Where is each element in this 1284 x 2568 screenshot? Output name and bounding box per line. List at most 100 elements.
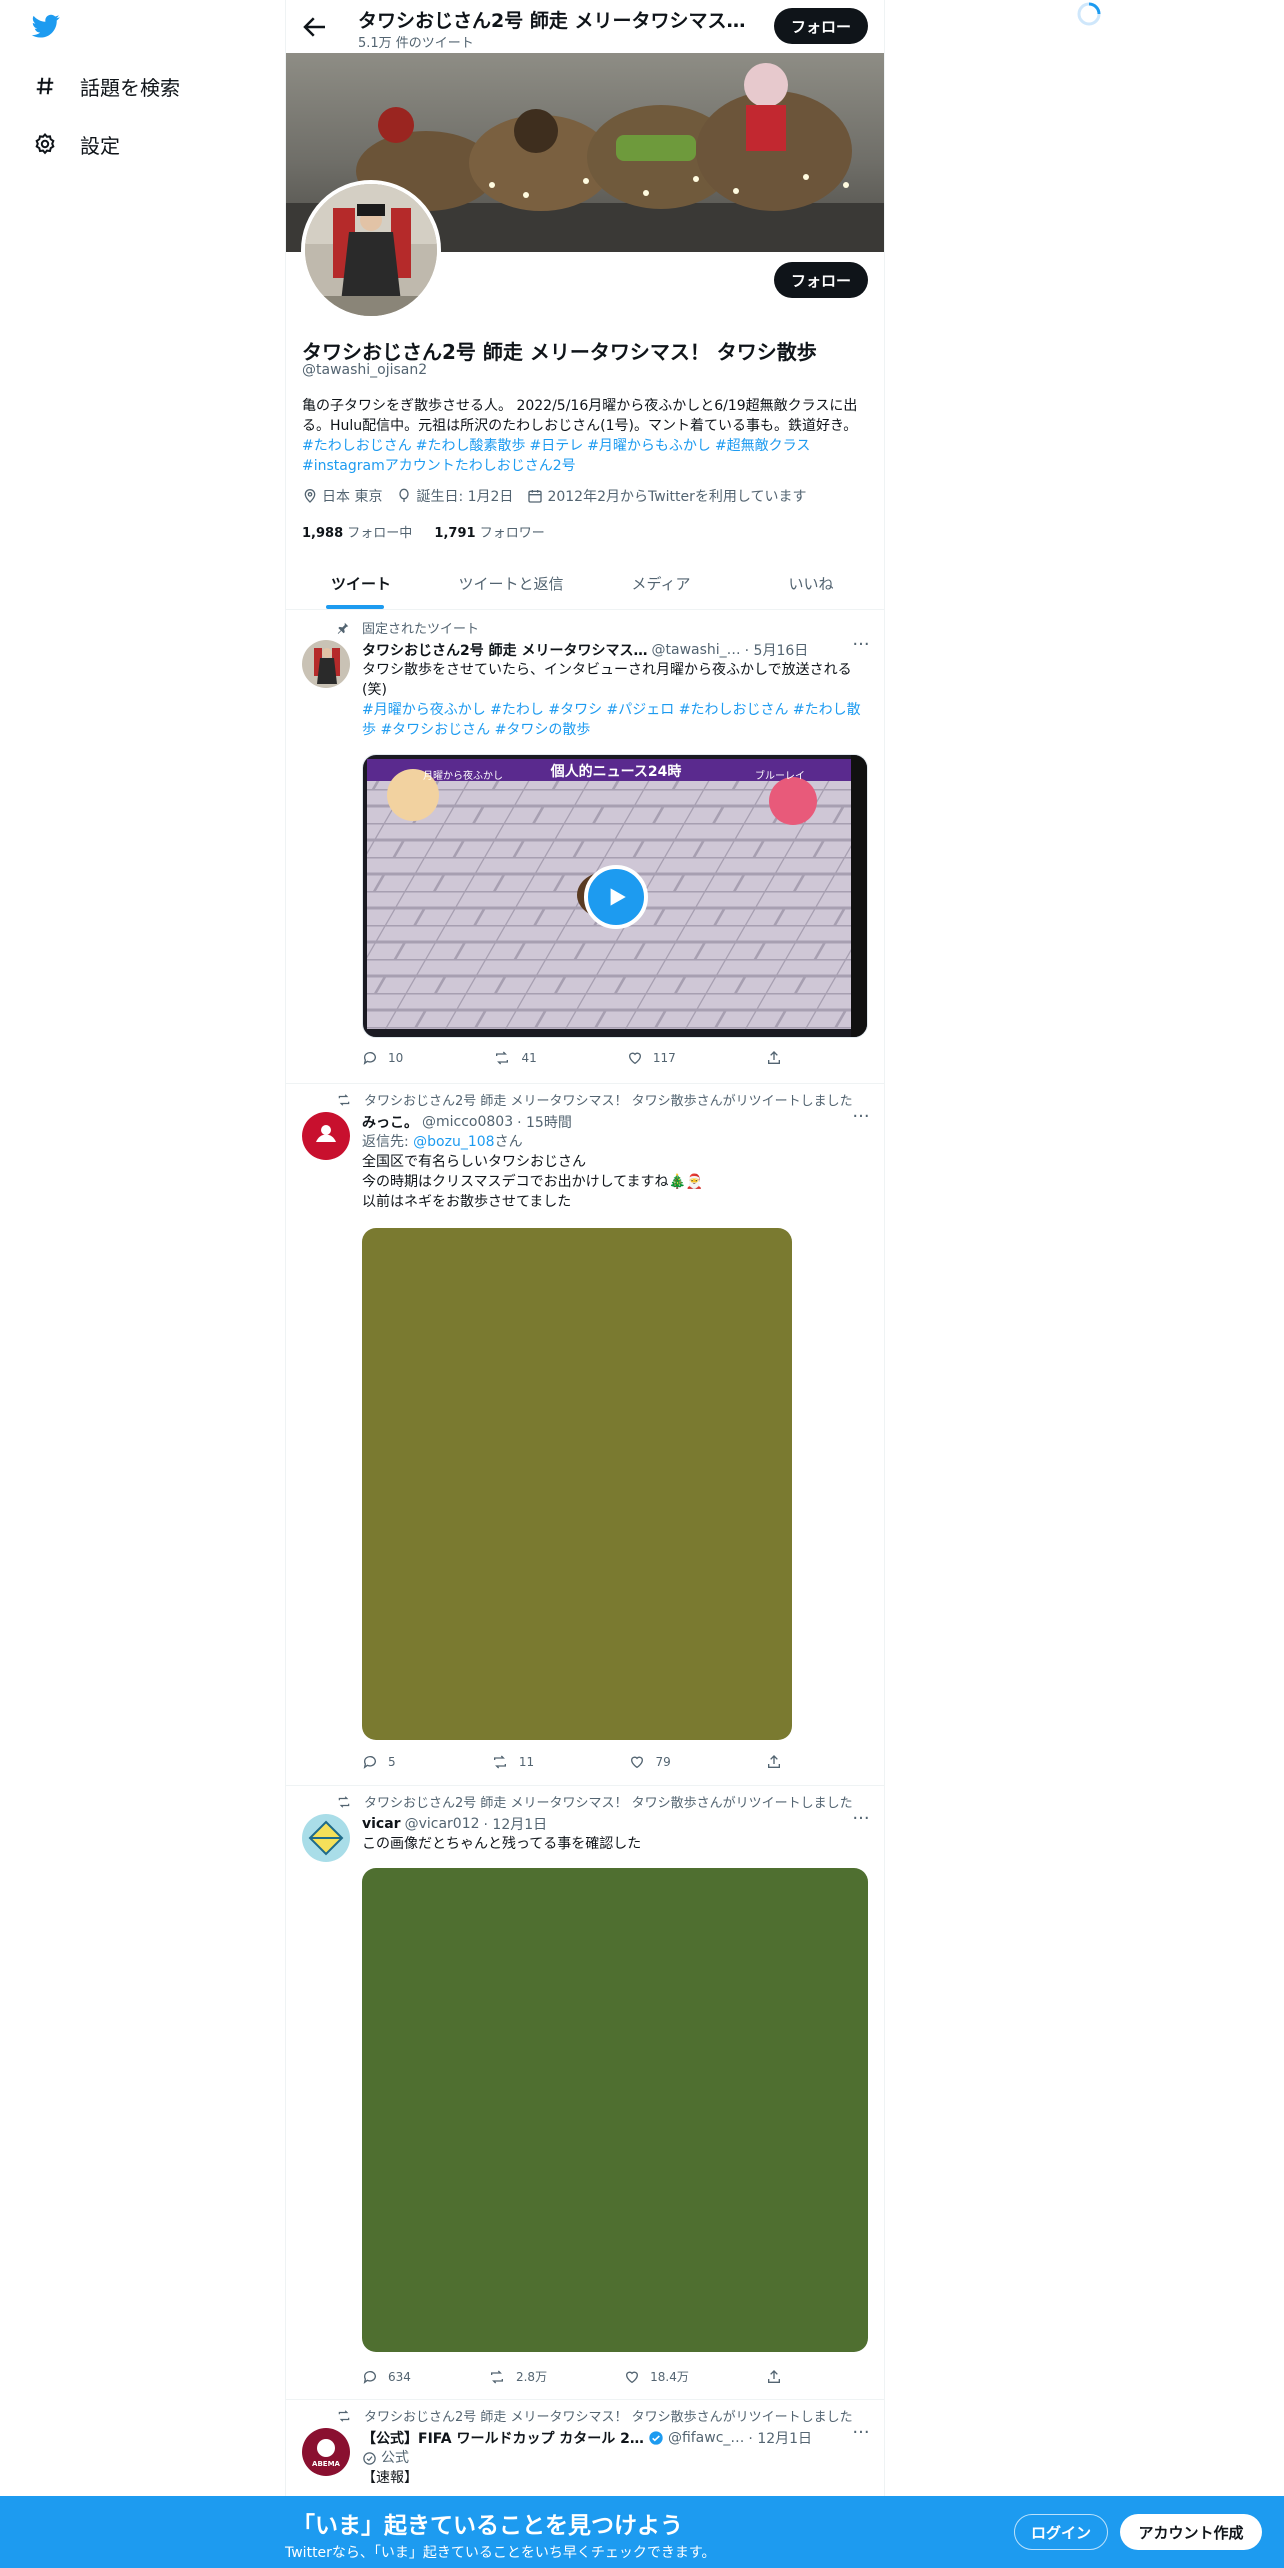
like-button[interactable]: 117 <box>627 1050 676 1066</box>
tweet-author-name[interactable]: みっこ。 <box>362 1112 418 1132</box>
tweet-date[interactable]: · 15時間 <box>517 1112 572 1132</box>
header-title: タワシおじさん2号 師走 メリータワシマス！ タワシ散歩 <box>358 10 758 32</box>
more-icon[interactable]: ··· <box>850 636 872 662</box>
header-follow-button[interactable]: フォロー <box>774 8 868 44</box>
share-icon <box>768 1755 780 1768</box>
tweet-date[interactable]: · 12月1日 <box>748 2428 812 2448</box>
tweet-count: 5.1万 件のツイート <box>358 36 474 51</box>
tweet-date[interactable]: · 5月16日 <box>745 640 809 660</box>
profile-follow-button[interactable]: フォロー <box>774 262 868 298</box>
profile-bio: 亀の子タワシをぎ散歩させる人。 2022/5/16月曜から夜ふかしと6/19超無… <box>302 396 870 476</box>
bio-hashtag[interactable]: #日テレ <box>529 438 583 454</box>
tab-tweets[interactable]: ツイート <box>286 558 436 609</box>
more-icon[interactable]: ··· <box>850 1810 872 1836</box>
reply-button[interactable]: 634 <box>362 2368 411 2385</box>
tab-media[interactable]: メディア <box>586 558 736 609</box>
retweet-button[interactable]: 11 <box>491 1754 534 1770</box>
pin-icon <box>337 622 349 634</box>
like-button[interactable]: 18.4万 <box>624 2368 689 2385</box>
tweet-image[interactable] <box>362 1868 868 2352</box>
tweet-author-name[interactable]: vicar <box>362 1816 401 1832</box>
tweet-header: vicar @vicar012 · 12月1日 <box>362 1814 872 1834</box>
nav-explore[interactable]: 話題を検索 <box>32 64 180 108</box>
profile-name: タワシおじさん2号 師走 メリータワシマス！ タワシ散歩 <box>302 340 817 364</box>
tweet-text: 【速報】 <box>362 2470 418 2486</box>
avatar[interactable]: ABEMA <box>302 2428 350 2476</box>
tweet-date[interactable]: · 12月1日 <box>484 1814 548 1834</box>
tweet-text: 全国区で有名らしいタワシおじさん 今の時期はクリスマスデコでお出かけしてますね🎄… <box>362 1154 704 1210</box>
play-icon[interactable] <box>584 865 648 929</box>
tab-likes[interactable]: いいね <box>736 558 884 609</box>
back-arrow-icon[interactable] <box>300 12 330 42</box>
share-icon <box>767 1051 780 1064</box>
tweet-retweet-vicar[interactable]: タワシおじさん2号 師走 メリータワシマス！ タワシ散歩さんがリツイートしました… <box>286 1786 884 2400</box>
share-button[interactable] <box>766 1754 782 1770</box>
hashtag-icon <box>32 73 58 99</box>
tweet-author-name[interactable]: タワシおじさん2号 師走 メリータワシマス… <box>362 640 648 660</box>
tweet-context: タワシおじさん2号 師走 メリータワシマス！ タワシ散歩さんがリツイートしました <box>336 2406 853 2425</box>
tweet-author-name[interactable]: 【公式】FIFA ワールドカップ カタール 2… <box>362 2428 644 2448</box>
avatar[interactable] <box>302 640 350 688</box>
tweet-actions: 10 41 117 <box>362 1050 782 1066</box>
share-button[interactable] <box>766 2368 782 2385</box>
signup-button[interactable]: アカウント作成 <box>1120 2514 1262 2550</box>
profile-tabs: ツイート ツイートと返信 メディア いいね <box>286 558 884 610</box>
like-button[interactable]: 79 <box>629 1754 671 1770</box>
main-column: タワシおじさん2号 師走 メリータワシマス！ タワシ散歩 5.1万 件のツイート… <box>285 0 885 2568</box>
tweet-author-handle[interactable]: @micco0803 <box>422 1114 513 1130</box>
bio-hashtag[interactable]: #超無敵クラス <box>715 438 810 454</box>
followers-link[interactable]: 1,791 フォロワー <box>434 526 544 541</box>
bio-hashtag[interactable]: #たわしおじさん <box>302 438 412 454</box>
bio-hashtag[interactable]: #月曜からもふかし <box>587 438 711 454</box>
tweet-image[interactable] <box>362 1228 792 1740</box>
retweet-icon <box>338 2409 350 2422</box>
heart-icon <box>628 1052 641 1065</box>
retweet-button[interactable]: 41 <box>493 1050 537 1066</box>
retweet-icon <box>338 1795 350 1808</box>
tweet-retweet-micco[interactable]: タワシおじさん2号 師走 メリータワシマス！ タワシ散歩さんがリツイートしました… <box>286 1084 884 1786</box>
gear-icon <box>32 131 58 157</box>
profile-birthday: 誕生日: 1月2日 <box>396 486 513 506</box>
tweet-header: タワシおじさん2号 師走 メリータワシマス… @tawashi_… · 5月16… <box>362 640 872 660</box>
tweet-video[interactable]: 個人的ニュース24時 月曜から夜ふかし ブルーレイ <box>362 754 868 1038</box>
twitter-bird-icon[interactable] <box>30 12 66 44</box>
avatar[interactable] <box>302 1814 350 1862</box>
tweet-header: 【公式】FIFA ワールドカップ カタール 2… @fifawc_… · 12月… <box>362 2428 872 2448</box>
tab-tweets-and-replies[interactable]: ツイートと返信 <box>436 558 586 609</box>
reply-icon <box>363 2370 376 2384</box>
retweet-button[interactable]: 2.8万 <box>488 2368 547 2385</box>
tweet-author-handle[interactable]: @vicar012 <box>405 1816 480 1832</box>
tweet-pinned[interactable]: 固定されたツイート タワシおじさん2号 師走 メリータワシマス… @tawash… <box>286 610 884 1084</box>
bio-hashtag[interactable]: #たわし酸素散歩 <box>416 438 526 454</box>
heart-icon <box>631 1756 644 1769</box>
bio-text: 亀の子タワシをぎ散歩させる人。 2022/5/16月曜から夜ふかしと6/19超無… <box>302 398 858 434</box>
signup-banner-subtitle: Twitterなら、「いま」起きていることをいち早くチェックできます。 <box>285 2545 716 2561</box>
verified-badge-icon <box>649 2431 663 2445</box>
tweet-text: タワシ散歩をさせていたら、インタビューされ月曜から夜ふかしで放送される(笑) <box>362 662 852 698</box>
tweet-actions: 5 11 79 <box>362 1754 782 1770</box>
nav-settings[interactable]: 設定 <box>32 122 120 166</box>
more-icon[interactable]: ··· <box>850 1108 872 1134</box>
follow-stats: 1,988 フォロー中 1,791 フォロワー <box>302 522 545 541</box>
profile-avatar[interactable] <box>301 180 441 320</box>
tweet-hashtags[interactable]: #月曜から夜ふかし #たわし #タワシ #パジェロ #たわしおじさん #たわし散… <box>362 700 872 740</box>
profile-meta: 日本 東京 誕生日: 1月2日 2012年2月からTwitterを利用しています <box>302 486 820 506</box>
bio-hashtag[interactable]: #instagramアカウントたわしおじさん2号 <box>302 458 576 474</box>
profile-joined: 2012年2月からTwitterを利用しています <box>527 486 806 506</box>
profile-handle: @tawashi_ojisan2 <box>302 362 428 378</box>
more-icon[interactable]: ··· <box>850 2424 872 2450</box>
share-button[interactable] <box>766 1050 782 1066</box>
official-badge: 公式 <box>362 2448 872 2468</box>
reply-button[interactable]: 10 <box>362 1050 403 1066</box>
reply-button[interactable]: 5 <box>362 1754 396 1770</box>
reply-to-handle[interactable]: @bozu_108 <box>413 1134 494 1150</box>
retweet-icon <box>496 1051 509 1065</box>
login-button[interactable]: ログイン <box>1014 2514 1108 2550</box>
tweet-author-handle[interactable]: @fifawc_… <box>668 2430 744 2446</box>
retweet-icon <box>338 1093 350 1106</box>
signup-banner-title: 「いま」起きていることを見つけよう <box>292 2513 683 2539</box>
following-link[interactable]: 1,988 フォロー中 <box>302 526 412 541</box>
tweet-author-handle[interactable]: @tawashi_… <box>652 642 741 658</box>
avatar[interactable] <box>302 1112 350 1160</box>
nav-settings-label: 設定 <box>80 133 120 158</box>
